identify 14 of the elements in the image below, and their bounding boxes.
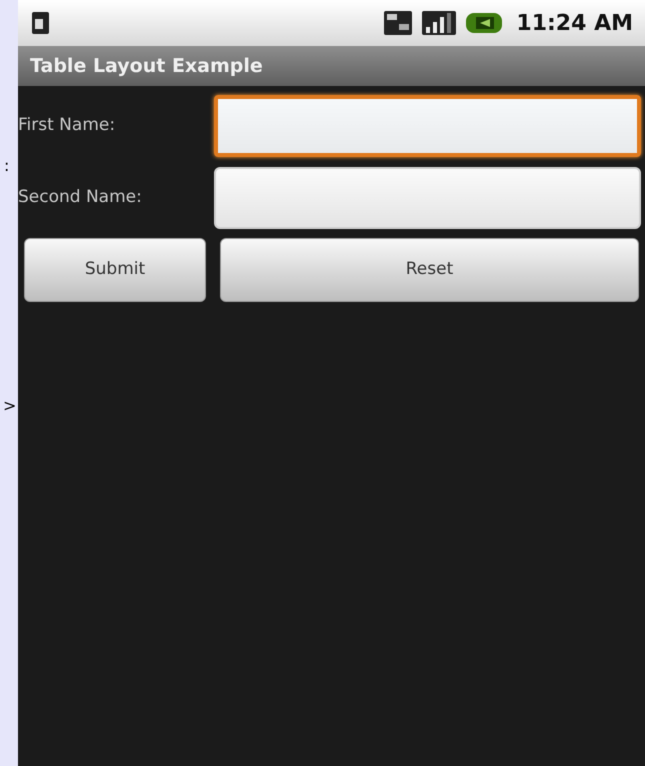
action-button[interactable]: Reset (220, 238, 639, 302)
data-icon (384, 9, 414, 37)
action-button[interactable]: Submit (24, 238, 206, 302)
colon-mark: : (4, 158, 10, 174)
status-time: 11:24 AM (516, 10, 633, 38)
field-label: Second Name: (18, 186, 143, 210)
text-field[interactable] (214, 95, 641, 157)
text-field[interactable] (214, 167, 641, 229)
chevron-mark: > (3, 398, 16, 414)
battery-icon (464, 11, 504, 35)
app-title: Table Layout Example (30, 54, 263, 79)
signal-icon (422, 9, 456, 37)
field-label: First Name: (18, 114, 116, 138)
sim-card-icon (30, 10, 52, 36)
